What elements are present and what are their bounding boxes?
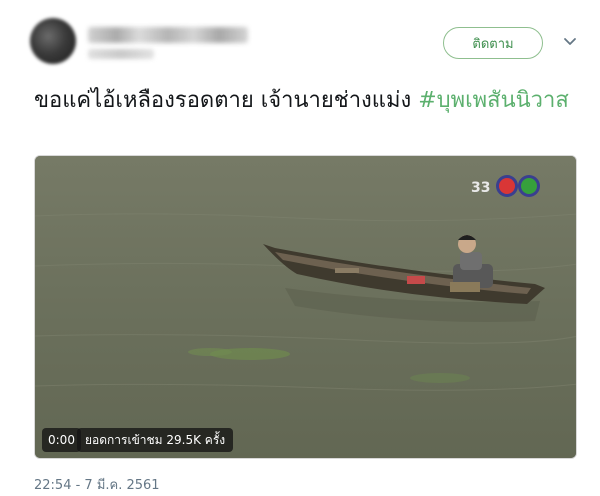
tweet-timestamp[interactable]: 22:54 - 7 มี.ค. 2561 [34, 474, 160, 495]
svg-text:33: 33 [471, 180, 490, 196]
tweet-body: ขอแค่ไอ้เหลืองรอดตาย เจ้านายช่างแม่ง [34, 88, 419, 113]
hashtag-link[interactable]: #บุพเพสันนิวาส [418, 88, 569, 113]
video-duration: 0:00 [42, 428, 81, 452]
user-avatar[interactable] [30, 18, 76, 64]
user-handle-blurred[interactable] [88, 49, 154, 59]
user-display-name-blurred[interactable] [88, 27, 248, 43]
follow-button[interactable]: ติดตาม [443, 27, 543, 59]
channel-33-logo-icon: 33 [471, 175, 540, 197]
video-view-count: ยอดการเข้าชม 29.5K ครั้ง [77, 428, 234, 452]
video-frame [35, 156, 576, 458]
tweet-text: ขอแค่ไอ้เหลืองรอดตาย เจ้านายช่างแม่ง #บุ… [34, 86, 574, 116]
chevron-down-icon[interactable] [562, 36, 578, 48]
video-player[interactable]: 33 0:00 ยอดการเข้าชม 29.5K ครั้ง [34, 155, 577, 459]
